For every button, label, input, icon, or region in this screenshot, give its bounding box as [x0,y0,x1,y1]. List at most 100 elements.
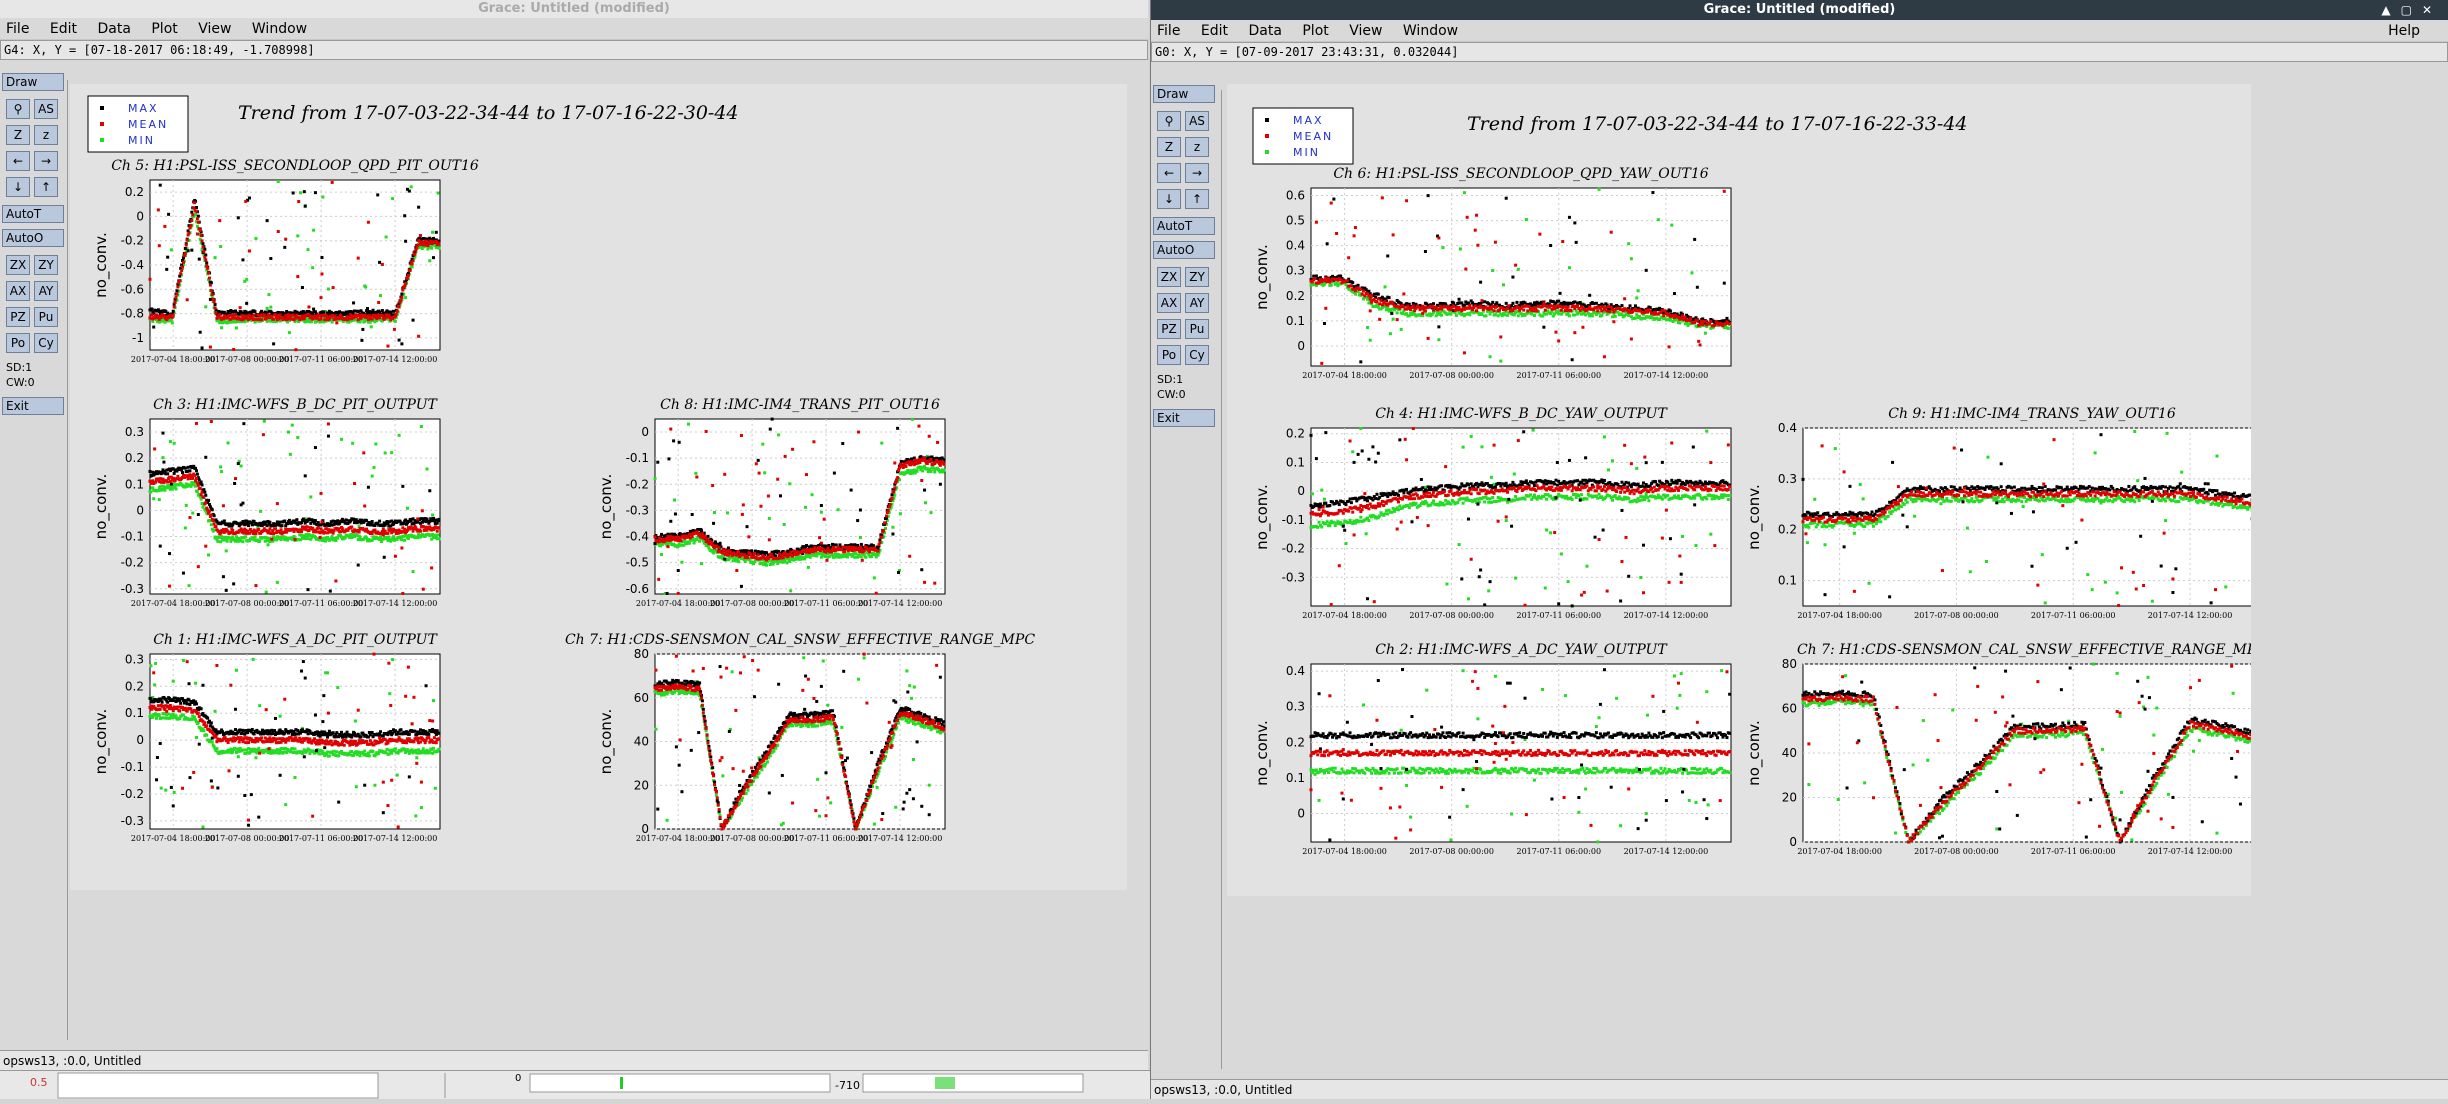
outlier-point [381,263,384,266]
outlier-point [908,555,911,558]
data-point [412,740,415,743]
data-point [400,296,403,299]
data-point [215,747,218,750]
draw-button[interactable]: Draw [2,73,64,91]
tool-panel: Draw ⚲ASZz←→↓↑ AutoT AutoO ZXZYAXAYPZPuP… [0,68,66,421]
outlier-point [153,683,156,686]
data-point [241,740,244,743]
data-point [923,457,926,460]
outlier-point [248,249,251,252]
data-point [159,708,162,711]
pu-button[interactable]: Pu [34,307,58,327]
menu-edit[interactable]: Edit [50,21,77,37]
plot-frame[interactable] [150,419,440,594]
data-point [389,311,392,314]
outlier-point [235,669,238,672]
x-tick-label: 2017-07-14 12:00:00 [353,599,438,608]
zoom-in-icon[interactable]: Z [6,125,30,145]
data-point [196,490,199,493]
pan-up-icon[interactable]: ↑ [34,177,58,197]
menu-view[interactable]: View [198,21,231,37]
autoo-button[interactable]: AutoO [2,229,64,247]
pan-down-icon[interactable]: ↓ [6,177,30,197]
outlier-point [763,471,766,474]
data-point [330,740,333,743]
outlier-point [302,660,305,663]
outlier-point [891,532,894,535]
outlier-point [307,248,310,251]
outlier-point [321,720,324,723]
outlier-point [398,434,401,437]
outlier-point [742,503,745,506]
outlier-point [353,482,356,485]
outlier-point [677,592,680,595]
data-point [157,489,160,492]
outlier-point [363,784,366,787]
data-point [900,460,903,463]
data-point [365,519,368,522]
data-point [438,537,441,540]
outlier-point [229,684,232,687]
pan-left-icon[interactable]: ← [6,151,30,171]
zoom-out-icon[interactable]: z [34,125,58,145]
x-tick-label: 2017-07-04 18:00:00 [636,834,721,843]
data-point [211,293,214,296]
menu-plot[interactable]: Plot [151,21,177,37]
pz-button[interactable]: PZ [6,307,30,327]
cy-button[interactable]: Cy [34,333,58,353]
zx-button[interactable]: ZX [6,255,30,275]
menu-window[interactable]: Window [252,21,307,37]
outlier-point [311,815,314,818]
data-point [320,730,323,733]
outlier-point [805,473,808,476]
data-point [430,247,433,250]
data-point [223,519,226,522]
data-point [863,549,866,552]
data-point [328,742,331,745]
autot-button[interactable]: AutoT [2,205,64,223]
data-point [921,469,924,472]
data-point [413,253,416,256]
data-point [203,491,206,494]
plot-frame[interactable] [655,419,945,594]
outlier-point [881,812,884,815]
y-axis-label: no_conv. [92,709,111,775]
panel-title: Ch 5: H1:PSL-ISS_SECONDLOOP_QPD_PIT_OUT1… [111,158,479,174]
outlier-point [289,453,292,456]
data-point [323,531,326,534]
data-point [892,490,895,493]
data-point [386,748,389,751]
data-point [291,747,294,750]
autoscale-icon[interactable]: AS [34,99,58,119]
zy-button[interactable]: ZY [34,255,58,275]
data-point [302,310,305,313]
data-point [939,464,942,467]
ax-button[interactable]: AX [6,281,30,301]
pan-right-icon[interactable]: → [34,151,58,171]
y-tick-label: -0.6 [121,282,144,296]
menu-file[interactable]: File [6,21,29,37]
data-point [317,526,320,529]
y-tick-label: -1 [132,331,144,345]
outlier-point [841,442,844,445]
po-button[interactable]: Po [6,333,30,353]
outlier-point [401,592,404,595]
legend[interactable]: MAXMEANMIN [88,96,188,152]
plot-canvas[interactable]: MAXMEANMINTrend from 17-07-03-22-34-44 t… [70,84,1127,890]
outlier-point [777,433,780,436]
zoom-magnifier-icon[interactable]: ⚲ [6,99,30,119]
outlier-point [279,715,282,718]
data-point [750,783,753,786]
data-point [283,520,286,523]
data-point [943,469,946,472]
outlier-point [185,504,188,507]
graph-area[interactable]: MAXMEANMINTrend from 17-07-03-22-34-44 t… [70,84,1127,890]
data-point [326,750,329,753]
menu-data[interactable]: Data [97,21,130,37]
data-point [201,491,204,494]
data-point [214,306,217,309]
x-tick-label: 2017-07-14 12:00:00 [353,834,438,843]
ay-button[interactable]: AY [34,281,58,301]
exit-button[interactable]: Exit [2,397,64,415]
outlier-point [188,682,191,685]
